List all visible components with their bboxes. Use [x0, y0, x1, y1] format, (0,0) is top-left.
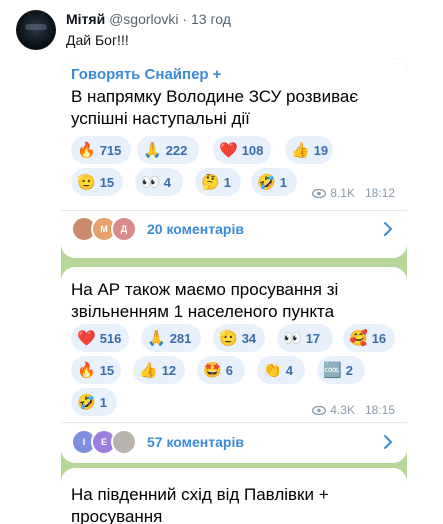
tweet: Мітяй @sgorlovki · 13 год Дай Бог!!! Гов… — [0, 0, 443, 524]
reaction-thumbs-up[interactable]: 👍 19 — [285, 136, 333, 164]
post-text: В напрямку Володине ЗСУ розвиває успішні… — [71, 87, 359, 128]
comments-link[interactable]: І Е 57 коментарів — [71, 425, 397, 459]
commenter-avatar — [111, 429, 137, 455]
reaction-count: 1 — [223, 174, 231, 190]
heart-icon: ❤️ — [77, 329, 96, 347]
reaction-pray[interactable]: 🙏 281 — [141, 324, 201, 352]
tweet-text: Дай Бог!!! — [66, 32, 129, 48]
reaction-count: 34 — [241, 330, 257, 346]
comments-count[interactable]: 57 коментарів — [147, 434, 244, 450]
commenter-avatars: М Д — [71, 216, 137, 242]
reaction-count: 19 — [313, 142, 329, 158]
salute-icon: 🫡 — [77, 173, 96, 191]
reaction-count: 15 — [99, 362, 115, 378]
tweet-time[interactable]: 13 год — [191, 11, 231, 27]
eye-icon — [312, 188, 327, 198]
telegram-post: Говорять Снайпер + В напрямку Володине ЗС… — [61, 58, 407, 258]
reaction-count: 715 — [99, 142, 122, 158]
post-text: На АР також маємо просування зі звільнен… — [71, 280, 339, 321]
heart-icon: ❤️ — [219, 141, 238, 159]
star-struck-icon: 🤩 — [203, 361, 222, 379]
telegram-screenshot[interactable]: Говорять Снайпер + В напрямку Володине ЗС… — [61, 58, 407, 524]
eyes-icon: 👀 — [141, 173, 160, 191]
reaction-salute[interactable]: 🫡 15 — [71, 168, 123, 196]
reaction-count: 2 — [345, 362, 353, 378]
commenter-avatars: І Е — [71, 429, 137, 455]
tweet-header: Мітяй @sgorlovki · 13 год — [66, 11, 231, 27]
reaction-count: 1 — [99, 394, 107, 410]
thumbs-up-icon: 👍 — [139, 361, 158, 379]
reaction-thinking[interactable]: 🤔 1 — [195, 168, 241, 196]
post-meta: 8.1K 18:12 — [312, 186, 395, 200]
reaction-rofl[interactable]: 🤣 1 — [251, 168, 297, 196]
reaction-eyes[interactable]: 👀 4 — [135, 168, 183, 196]
reaction-smiling-hearts[interactable]: 🥰 16 — [343, 324, 395, 352]
plus-icon: + — [212, 66, 222, 83]
reaction-count: 516 — [99, 330, 122, 346]
thinking-icon: 🤔 — [201, 173, 220, 191]
chevron-right-icon[interactable] — [379, 433, 397, 451]
rofl-icon: 🤣 — [257, 173, 276, 191]
pray-icon: 🙏 — [143, 141, 162, 159]
post-time: 18:15 — [364, 403, 395, 417]
reaction-count: 4 — [163, 174, 171, 190]
reaction-rofl[interactable]: 🤣 1 — [71, 388, 117, 416]
author-name[interactable]: Мітяй — [66, 11, 105, 27]
clap-icon: 👏 — [263, 361, 282, 379]
post-time: 18:12 — [364, 186, 395, 200]
reaction-fire[interactable]: 🔥 715 — [71, 136, 131, 164]
channel-title: Говорять Снайпер — [71, 66, 209, 83]
reaction-heart[interactable]: ❤️ 516 — [71, 324, 129, 352]
smiling-hearts-icon: 🥰 — [349, 329, 368, 347]
reaction-pray[interactable]: 🙏 222 — [137, 136, 199, 164]
reaction-cool[interactable]: 🆒 2 — [317, 356, 365, 384]
reaction-count: 12 — [161, 362, 177, 378]
reaction-count: 15 — [99, 174, 115, 190]
reaction-count: 16 — [371, 330, 387, 346]
fire-icon: 🔥 — [77, 141, 96, 159]
reaction-count: 17 — [305, 330, 321, 346]
reaction-eyes[interactable]: 👀 17 — [277, 324, 333, 352]
eyes-icon: 👀 — [283, 329, 302, 347]
author-avatar[interactable] — [16, 10, 56, 50]
view-count: 4.3K — [330, 403, 355, 417]
reaction-clap[interactable]: 👏 4 — [257, 356, 305, 384]
fire-icon: 🔥 — [77, 361, 96, 379]
reaction-fire[interactable]: 🔥 15 — [71, 356, 121, 384]
post-text: На південний схід від Павлівки + просува… — [71, 485, 329, 524]
reaction-heart[interactable]: ❤️ 108 — [213, 136, 271, 164]
comments-link[interactable]: М Д 20 коментарів — [71, 212, 397, 246]
reaction-count: 281 — [169, 330, 192, 346]
eye-icon — [312, 405, 327, 415]
reaction-count: 108 — [241, 142, 264, 158]
reaction-count: 4 — [285, 362, 293, 378]
comments-count[interactable]: 20 коментарів — [147, 221, 244, 237]
reaction-salute[interactable]: 🫡 34 — [213, 324, 265, 352]
cool-icon: 🆒 — [323, 361, 342, 379]
reaction-count: 6 — [225, 362, 233, 378]
channel-name: Говорять Снайпер + — [71, 66, 221, 83]
divider — [61, 210, 407, 211]
view-count: 8.1K — [330, 186, 355, 200]
commenter-avatar: Д — [111, 216, 137, 242]
divider — [61, 422, 407, 423]
chevron-right-icon[interactable] — [379, 220, 397, 238]
reaction-thumbs-up[interactable]: 👍 12 — [133, 356, 185, 384]
thumbs-up-icon: 👍 — [291, 141, 310, 159]
reaction-count: 222 — [165, 142, 188, 158]
pray-icon: 🙏 — [147, 329, 166, 347]
reaction-count: 1 — [279, 174, 287, 190]
salute-icon: 🫡 — [219, 329, 238, 347]
post-meta: 4.3K 18:15 — [312, 403, 395, 417]
telegram-post: На АР також маємо просування зі звільнен… — [61, 267, 407, 463]
rofl-icon: 🤣 — [77, 393, 96, 411]
separator-dot: · — [182, 11, 188, 27]
telegram-post: На південний схід від Павлівки + просува… — [61, 468, 407, 524]
author-handle[interactable]: @sgorlovki — [109, 11, 178, 27]
reaction-star-struck[interactable]: 🤩 6 — [197, 356, 245, 384]
